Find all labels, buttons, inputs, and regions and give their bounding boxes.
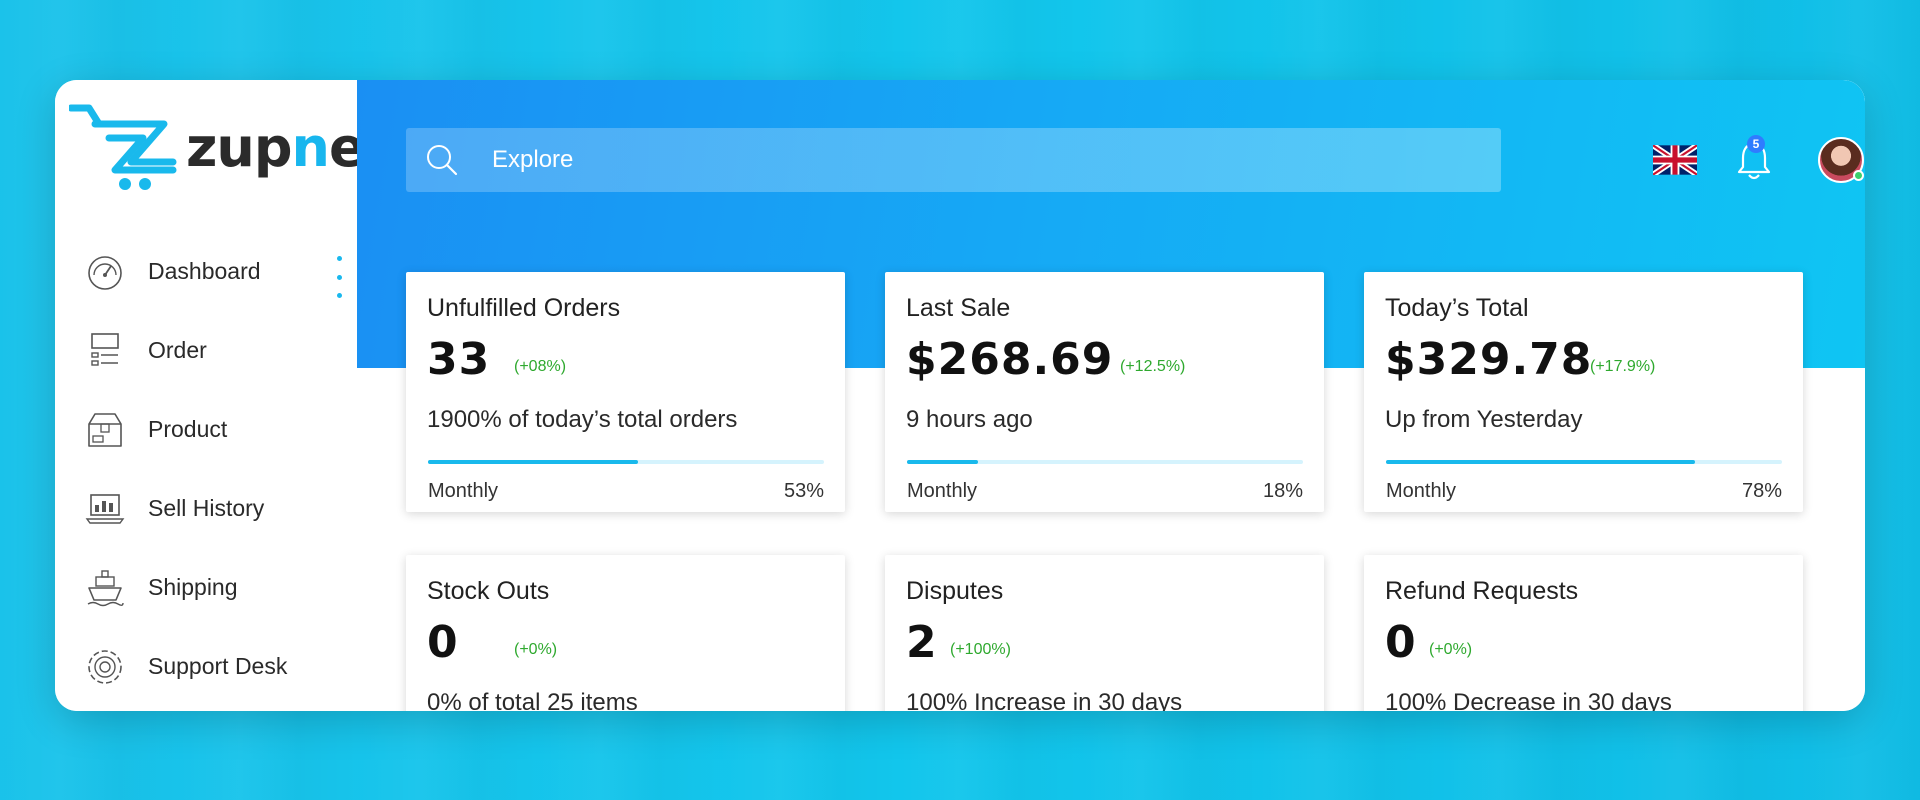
more-options-icon[interactable] <box>336 256 342 298</box>
brand-name: zupne <box>186 116 366 179</box>
card-description: Up from Yesterday <box>1385 406 1583 433</box>
uk-flag-icon[interactable] <box>1653 145 1697 175</box>
search-bar[interactable]: Explore <box>406 128 1501 192</box>
brand-logo[interactable]: zupne <box>67 104 366 194</box>
card-description: 0% of total 25 items <box>427 689 638 711</box>
card-change: (+0%) <box>514 641 558 658</box>
sidebar-item-label: Dashboard <box>148 258 261 284</box>
stat-card-unfulfilled-orders[interactable]: Unfulfilled Orders 33 (+08%) 1900% of to… <box>406 272 845 512</box>
stat-card-disputes[interactable]: Disputes 2 (+100%) 100% Increase in 30 d… <box>885 555 1324 711</box>
sidebar: zupne Dashboard Order Product Sell Histo… <box>55 80 366 711</box>
card-change: (+12.5%) <box>1120 358 1186 375</box>
card-title: Today’s Total <box>1385 294 1529 322</box>
search-icon[interactable] <box>424 142 460 178</box>
sidebar-item-label: Order <box>148 337 207 363</box>
card-value: 0 <box>427 617 459 668</box>
card-title: Last Sale <box>906 294 1011 322</box>
main-content: Explore 5 Unfulfilled Orders 33 (+08%) 1… <box>357 80 1865 711</box>
card-description: 9 hours ago <box>906 406 1033 433</box>
card-period: Monthly <box>1386 480 1457 502</box>
progress-bar <box>1386 460 1782 464</box>
sidebar-item-label: Shipping <box>148 574 238 600</box>
header-actions: 5 <box>1653 132 1864 188</box>
notification-badge: 5 <box>1747 135 1765 153</box>
progress-bar <box>907 460 1303 464</box>
card-period: Monthly <box>907 480 978 502</box>
support-gear-icon <box>85 647 125 687</box>
stat-card-todays-total[interactable]: Today’s Total $329.78 (+17.9%) Up from Y… <box>1364 272 1803 512</box>
card-value: 33 <box>427 334 491 385</box>
sidebar-item-support-desk[interactable]: Support Desk <box>55 627 357 706</box>
stat-card-last-sale[interactable]: Last Sale $268.69 (+12.5%) 9 hours ago M… <box>885 272 1324 512</box>
sidebar-item-label: Sell History <box>148 495 265 521</box>
card-description: 100% Decrease in 30 days <box>1385 689 1672 711</box>
card-change: (+100%) <box>950 641 1011 658</box>
sidebar-nav: Dashboard Order Product Sell History Shi… <box>55 232 357 706</box>
card-change: (+0%) <box>1429 641 1473 658</box>
card-value: $268.69 <box>906 334 1114 385</box>
progress-bar <box>428 460 824 464</box>
card-change: (+08%) <box>514 358 567 375</box>
ship-icon <box>85 568 125 608</box>
sidebar-item-order[interactable]: Order <box>55 311 357 390</box>
online-status-dot <box>1853 170 1864 181</box>
card-percent: 53% <box>783 480 824 502</box>
card-value: $329.78 <box>1385 334 1593 385</box>
cart-logo-icon <box>67 104 177 190</box>
search-input[interactable]: Explore <box>492 146 573 174</box>
stat-card-refund-requests[interactable]: Refund Requests 0 (+0%) 100% Decrease in… <box>1364 555 1803 711</box>
avatar[interactable] <box>1818 137 1864 183</box>
sidebar-item-shipping[interactable]: Shipping <box>55 548 357 627</box>
order-list-icon <box>85 331 125 371</box>
laptop-chart-icon <box>85 489 125 529</box>
sidebar-item-label: Product <box>148 416 228 442</box>
card-percent: 18% <box>1262 480 1303 502</box>
card-value: 2 <box>906 617 938 668</box>
sidebar-item-dashboard[interactable]: Dashboard <box>55 232 357 311</box>
speedometer-icon <box>85 252 125 292</box>
card-value: 0 <box>1385 617 1417 668</box>
card-change: (+17.9%) <box>1590 358 1656 375</box>
sidebar-item-label: Support Desk <box>148 653 288 679</box>
stat-card-stock-outs[interactable]: Stock Outs 0 (+0%) 0% of total 25 items <box>406 555 845 711</box>
card-title: Refund Requests <box>1385 577 1579 605</box>
card-title: Unfulfilled Orders <box>427 294 621 322</box>
card-title: Stock Outs <box>427 577 550 605</box>
app-window: zupne Dashboard Order Product Sell Histo… <box>55 80 1865 711</box>
sidebar-item-sell-history[interactable]: Sell History <box>55 469 357 548</box>
sidebar-item-product[interactable]: Product <box>55 390 357 469</box>
box-icon <box>85 410 125 450</box>
card-title: Disputes <box>906 577 1004 605</box>
card-percent: 78% <box>1741 480 1782 502</box>
card-period: Monthly <box>428 480 499 502</box>
card-description: 1900% of today’s total orders <box>427 406 738 433</box>
notifications-button[interactable]: 5 <box>1734 135 1774 182</box>
card-description: 100% Increase in 30 days <box>906 689 1183 711</box>
